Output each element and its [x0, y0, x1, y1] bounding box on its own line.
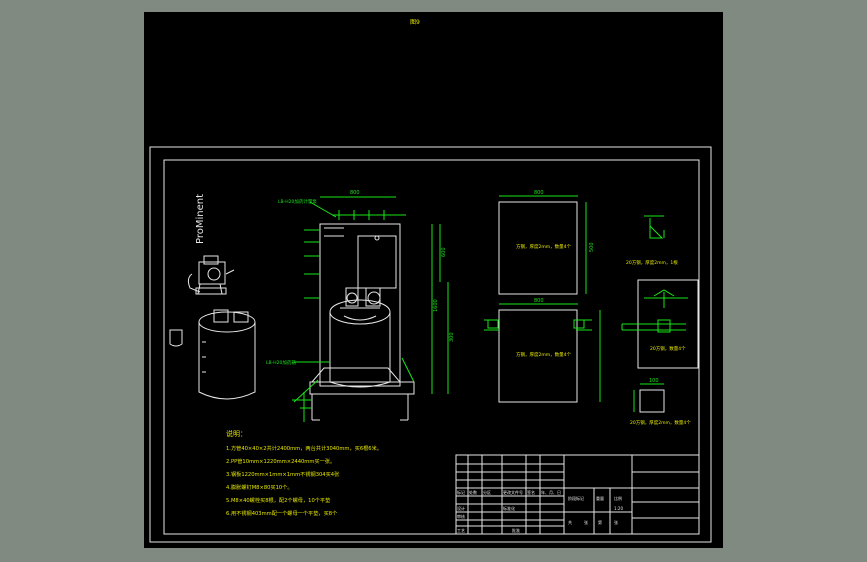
tb-r4-0: 工艺 [457, 528, 465, 533]
tb-sheet-3: 张 [614, 519, 618, 525]
small-width: 100 [649, 378, 659, 384]
panel-top-note: 方钢，厚度2mm，数量4个 [516, 243, 571, 250]
panel-top-height: 500 [589, 242, 595, 252]
note-1: 1.方管40×40×2共计2400mm，两台共计3040mm，买6根6米。 [226, 444, 382, 452]
right-note-2: 20方钢，数量4个 [650, 345, 686, 352]
tb-r1-3: 更改文件号 [503, 489, 523, 495]
note-3: 3.钢板1220mm×1mm×1mm不锈钢304买4张 [226, 470, 340, 478]
notes-title: 说明： [226, 429, 247, 438]
outer-border [149, 146, 712, 543]
panel-top: 800 500 方钢，厚度2mm，数量4个 [498, 190, 595, 295]
tb-r1-2: 分区 [483, 489, 491, 495]
detail-views: 20方钢，厚度2mm，1根 20方钢，数量4个 100 20方钢，厚度2mm，数… [621, 215, 699, 426]
title-block: 标记 处数 分区 更改文件号 签名 年、月、日 设计 标准化 审核 工艺 批准 … [455, 454, 700, 535]
tank-sketch [169, 309, 256, 400]
tb-sheet-1: 张 [584, 519, 588, 525]
valve-icon [169, 329, 183, 347]
label-pump: LB-H20加药计量泵 [278, 198, 317, 205]
tb-r1-5: 年、月、日 [541, 489, 561, 495]
tb-stage-2: 比例 [614, 495, 622, 501]
dim-side-h1: 600 [441, 247, 447, 257]
panel-bottom-width: 800 [534, 298, 544, 304]
panel-top-width: 800 [534, 190, 544, 196]
dim-top-width: 800 [350, 190, 360, 196]
tb-r2-3: 标准化 [503, 505, 515, 511]
note-4: 4.膨胀螺钉M8×80买10个。 [226, 483, 293, 491]
drawing-viewport[interactable]: 图9 ProMinent 800 LB-H20加药计量泵 1600 600 30… [144, 12, 723, 548]
note-6: 6.用不锈钢403mm配一个螺母一个平垫，买8个 [226, 509, 338, 517]
note-2: 2.PP管10mm×1220mm×2440mm买一张。 [226, 457, 335, 465]
panel-bottom: 800 方钢，厚度2mm，数量4个 [484, 298, 601, 403]
tb-r3-0: 审核 [457, 513, 465, 519]
right-note-3: 20方钢，厚度2mm，数量4个 [630, 419, 691, 426]
tb-r4-2: 批准 [512, 527, 520, 533]
header-mark: 图9 [410, 19, 420, 26]
tb-stage-0: 阶段标记 [568, 495, 584, 501]
tb-r1-4: 签名 [527, 489, 535, 495]
tb-r1-1: 处数 [469, 489, 477, 495]
note-5: 5.M8×40螺栓买8根，配2个螺母，10个平垫 [226, 496, 331, 504]
tb-stage-val: 1:20 [614, 506, 623, 511]
tb-r2-0: 设计 [457, 505, 465, 511]
tb-sheet-2: 第 [598, 519, 602, 525]
panel-bottom-note: 方钢，厚度2mm，数量4个 [516, 351, 571, 358]
right-note-1: 20方钢，厚度2mm，1根 [626, 259, 678, 266]
notes-block: 说明： 1.方管40×40×2共计2400mm，两台共计3040mm，买6根6米… [226, 429, 382, 517]
tb-stage-1: 重量 [596, 495, 604, 501]
tb-r1-0: 标记 [457, 489, 465, 495]
front-elevation: 800 LB-H20加药计量泵 1600 600 300 LB-H20加药箱 [266, 190, 455, 422]
pump-sketch: ProMinent [187, 194, 235, 295]
label-tank: LB-H20加药箱 [266, 359, 296, 366]
cad-drawing: 图9 ProMinent 800 LB-H20加药计量泵 1600 600 30… [149, 19, 712, 543]
dim-height-main: 1600 [433, 299, 439, 312]
tb-sheet-0: 共 [568, 519, 572, 525]
dim-side-h2: 300 [449, 332, 455, 342]
brand-label: ProMinent [195, 194, 206, 244]
